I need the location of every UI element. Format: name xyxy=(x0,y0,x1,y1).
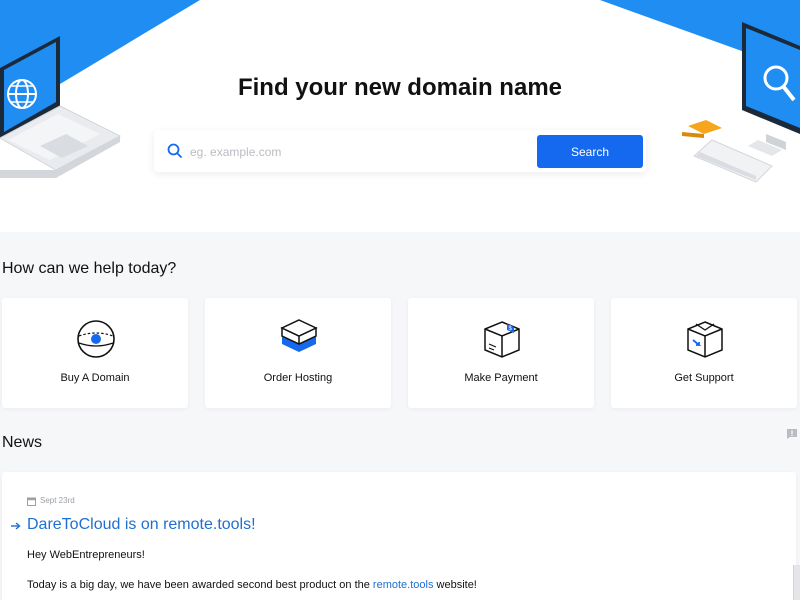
laptop-globe-illustration xyxy=(0,36,122,178)
order-hosting-card[interactable]: Order Hosting xyxy=(205,298,391,408)
buy-domain-card[interactable]: Buy A Domain xyxy=(2,298,188,408)
payment-box-icon: $ xyxy=(484,321,520,358)
news-body: Today is a big day, we have been awarded… xyxy=(27,579,477,591)
search-button[interactable]: Search xyxy=(537,135,643,168)
globe-icon xyxy=(77,320,115,358)
page: Find your new domain name Search How can… xyxy=(0,0,800,600)
card-label: Buy A Domain xyxy=(60,372,130,384)
scrollbar[interactable] xyxy=(793,565,800,600)
page-title: Find your new domain name xyxy=(237,74,563,101)
news-body-text: Today is a big day, we have been awarded… xyxy=(27,579,373,591)
get-support-card[interactable]: Get Support xyxy=(611,298,797,408)
help-heading: How can we help today? xyxy=(2,260,177,277)
hero-section: Find your new domain name Search xyxy=(0,0,800,232)
news-title-link[interactable]: DareToCloud is on remote.tools! xyxy=(27,516,256,534)
support-box-icon xyxy=(687,321,723,358)
card-label: Make Payment xyxy=(464,372,538,384)
domain-search-input[interactable] xyxy=(188,138,532,166)
news-heading: News xyxy=(2,434,43,451)
card-label: Get Support xyxy=(674,372,734,384)
arrow-right-icon xyxy=(11,522,21,530)
remote-tools-link[interactable]: remote.tools xyxy=(373,579,434,591)
news-date: Sept 23rd xyxy=(40,496,75,505)
service-cards: Buy A Domain Order Hosting $ Make Paymen xyxy=(2,298,798,408)
hosting-stack-icon xyxy=(280,319,318,352)
news-greeting: Hey WebEntrepreneurs! xyxy=(27,549,145,561)
news-item: Sept 23rd DareToCloud is on remote.tools… xyxy=(2,472,796,600)
desktop-search-illustration xyxy=(682,22,800,183)
feedback-icon[interactable] xyxy=(786,428,798,440)
search-icon xyxy=(167,143,182,158)
news-body-text-end: website! xyxy=(433,579,477,591)
domain-search-bar: Search xyxy=(154,130,646,172)
make-payment-card[interactable]: $ Make Payment xyxy=(408,298,594,408)
calendar-icon xyxy=(27,497,36,506)
card-label: Order Hosting xyxy=(263,372,333,384)
